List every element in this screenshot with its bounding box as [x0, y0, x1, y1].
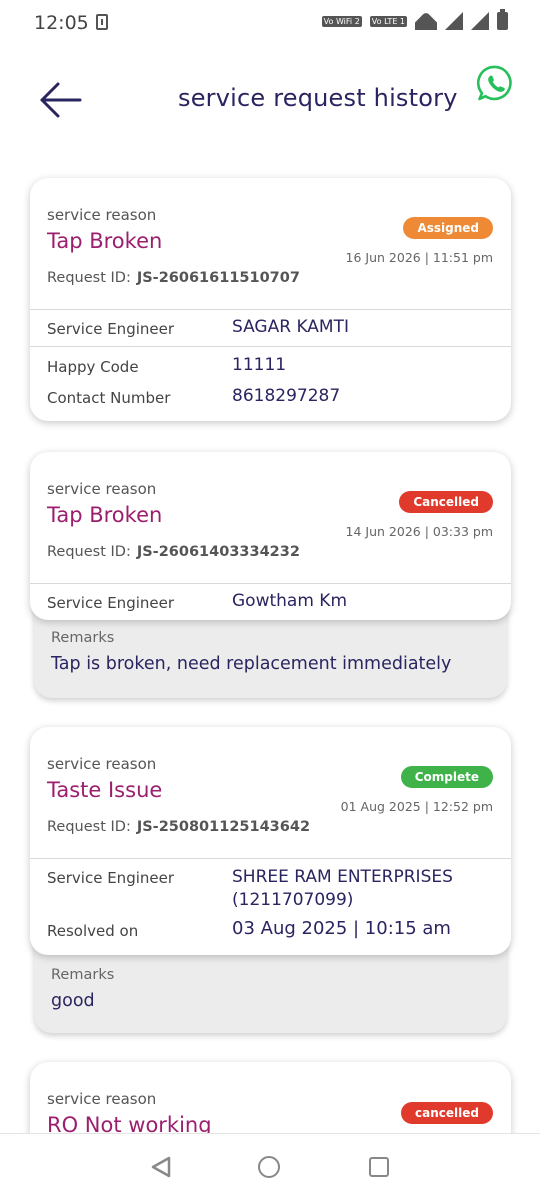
nav-home-icon[interactable] [258, 1156, 280, 1178]
card-header: service reason Tap Broken Request ID: JS-… [30, 452, 511, 584]
volte-wifi-icon: Vo WiFi 2 [321, 15, 362, 27]
battery-icon [497, 9, 508, 30]
request-id: Request ID: JS-250801125143642 [47, 819, 311, 835]
service-reason: Tap Broken [47, 503, 163, 527]
row-value: Gowtham Km [232, 591, 348, 611]
request-card-body[interactable]: service reason Tap Broken Request ID: JS-… [30, 178, 511, 421]
card-header: service reason Tap Broken Request ID: JS-… [30, 178, 511, 310]
whatsapp-button[interactable] [476, 64, 516, 104]
service-reason: Tap Broken [47, 229, 163, 253]
request-id: Request ID: JS-26061403334232 [47, 544, 300, 560]
remarks-text: Tap is broken, need replacement immediat… [51, 654, 452, 674]
service-reason: Taste Issue [47, 778, 163, 802]
row-happy-code: Happy Code 11111 [30, 347, 511, 379]
wifi-icon [415, 12, 437, 30]
remarks-label: Remarks [51, 630, 115, 646]
row-label: Service Engineer [47, 320, 175, 338]
row-value: 8618297287 [232, 386, 341, 406]
row-label: Service Engineer [47, 869, 175, 887]
row-value: SHREE RAM ENTERPRISES (1211707099) [232, 867, 453, 910]
service-reason-label: service reason [47, 1090, 157, 1108]
request-date: 16 Jun 2026 | 11:51 pm [345, 250, 493, 265]
volte-lte-icon: Vo LTE 1 [369, 15, 407, 27]
whatsapp-icon [477, 65, 512, 101]
status-badge: Complete [400, 766, 493, 788]
status-time: 12:05 [34, 12, 89, 34]
nav-recents-icon[interactable] [369, 1157, 389, 1177]
page-title: service request history [178, 84, 458, 112]
signal-icon [445, 12, 463, 30]
row-value: 03 Aug 2025 | 10:15 am [232, 918, 451, 939]
status-badge: Assigned [403, 217, 493, 239]
row-service-engineer: Service Engineer SHREE RAM ENTERPRISES (1… [30, 859, 511, 915]
row-contact-number: Contact Number 8618297287 [30, 379, 511, 415]
nav-back-icon[interactable] [150, 1156, 172, 1178]
row-label: Resolved on [47, 922, 139, 940]
row-resolved-on: Resolved on 03 Aug 2025 | 10:15 am [30, 915, 511, 951]
row-label: Service Engineer [47, 594, 175, 612]
request-card-body[interactable]: service reason Tap Broken Request ID: JS-… [30, 452, 511, 620]
request-date: 14 Jun 2026 | 03:33 pm [345, 524, 493, 539]
row-label: Happy Code [47, 358, 139, 376]
row-service-engineer: Service Engineer SAGAR KAMTI [30, 310, 511, 346]
status-badge: Cancelled [399, 491, 493, 513]
arrow-left-icon [40, 82, 82, 118]
row-value: SAGAR KAMTI [232, 317, 349, 337]
card-header: service reason Taste Issue Request ID: JS… [30, 727, 511, 859]
row-value: 11111 [232, 355, 287, 375]
status-bar: 12:05 Vo WiFi 2 Vo LTE 1 [0, 0, 540, 46]
signal-icon-2 [471, 12, 489, 30]
service-reason-label: service reason [47, 206, 157, 224]
remarks-label: Remarks [51, 967, 115, 983]
request-card-body[interactable]: service reason Taste Issue Request ID: JS… [30, 727, 511, 955]
row-service-engineer: Service Engineer Gowtham Km [30, 584, 511, 620]
service-reason-label: service reason [47, 480, 157, 498]
request-id: Request ID: JS-26061611510707 [47, 270, 300, 286]
system-nav-bar [0, 1133, 540, 1200]
remarks-text: good [51, 991, 95, 1011]
row-label: Contact Number [47, 389, 171, 407]
back-button[interactable] [38, 80, 84, 120]
download-icon [96, 14, 108, 30]
service-reason-label: service reason [47, 755, 157, 773]
request-date: 01 Aug 2025 | 12:52 pm [340, 799, 493, 814]
status-icons: Vo WiFi 2 Vo LTE 1 [321, 9, 508, 30]
status-badge: cancelled [401, 1102, 493, 1124]
